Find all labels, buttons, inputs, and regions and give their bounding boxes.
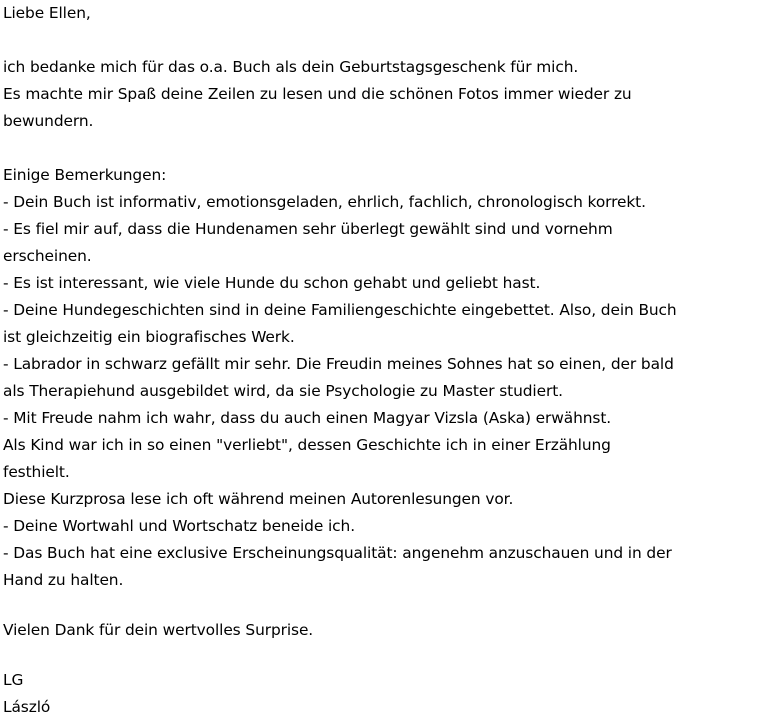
- greeting: LG: [3, 671, 24, 689]
- remarks-list: - Dein Buch ist informativ, emotionsgela…: [3, 189, 760, 594]
- remark-line: Als Kind war ich in so einen "verliebt",…: [3, 436, 611, 454]
- remark-line: Diese Kurzprosa lese ich oft während mei…: [3, 490, 514, 508]
- remark-line: - Labrador in schwarz gefällt mir sehr. …: [3, 355, 674, 373]
- thanks-line: Es machte mir Spaß deine Zeilen zu lesen…: [3, 85, 632, 103]
- remark-line: als Therapiehund ausgebildet wird, da si…: [3, 382, 563, 400]
- remark-line: - Deine Wortwahl und Wortschatz beneide …: [3, 517, 355, 535]
- remark-line: - Das Buch hat eine exclusive Erscheinun…: [3, 544, 672, 562]
- remark-line: festhielt.: [3, 463, 70, 481]
- remark-line: erscheinen.: [3, 247, 92, 265]
- remark-line: - Dein Buch ist informativ, emotionsgela…: [3, 193, 646, 211]
- signature: László: [3, 698, 51, 716]
- remark-line: - Mit Freude nahm ich wahr, dass du auch…: [3, 409, 612, 427]
- thanks-line: bewundern.: [3, 112, 94, 130]
- remarks-heading: Einige Bemerkungen:: [3, 166, 167, 184]
- remark-line: - Es fiel mir auf, dass die Hundenamen s…: [3, 220, 613, 238]
- letter-body: Liebe Ellen, ich bedanke mich für das o.…: [3, 0, 760, 721]
- salutation: Liebe Ellen,: [3, 4, 91, 22]
- remark-line: Hand zu halten.: [3, 571, 124, 589]
- thanks-line: ich bedanke mich für das o.a. Buch als d…: [3, 58, 579, 76]
- closing-line: Vielen Dank für dein wertvolles Surprise…: [3, 621, 314, 639]
- remark-line: - Es ist interessant, wie viele Hunde du…: [3, 274, 541, 292]
- thanks-paragraph: ich bedanke mich für das o.a. Buch als d…: [3, 54, 760, 135]
- remark-line: - Deine Hundegeschichten sind in deine F…: [3, 301, 677, 319]
- remark-line: ist gleichzeitig ein biografisches Werk.: [3, 328, 295, 346]
